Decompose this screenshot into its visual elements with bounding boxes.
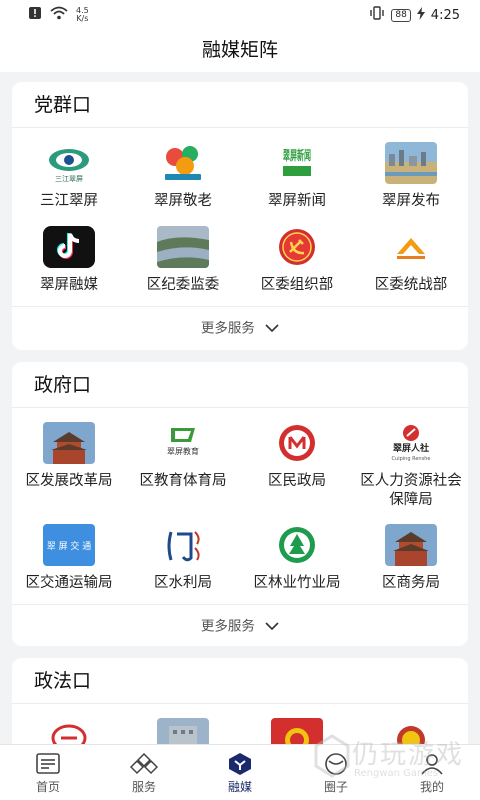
civil-affairs-emblem xyxy=(271,422,323,464)
tower-photo xyxy=(385,524,437,566)
svg-text:Cuiping Renshe: Cuiping Renshe xyxy=(392,456,431,462)
clock: 4:25 xyxy=(430,7,460,23)
section-title: 党群口 xyxy=(12,82,468,128)
section-zhengfu: 政府口 区发展改革局 翠屏教育 区教育体育局 区民政局 翠屏人社 Cuiping … xyxy=(12,362,468,646)
service-cuiping-rongmei[interactable]: 翠屏融媒 xyxy=(12,222,126,306)
service-renli-ziyuan[interactable]: 翠屏人社 Cuiping Renshe 区人力资源社会保障局 xyxy=(354,418,468,520)
svg-text:翠 屏 交 通: 翠 屏 交 通 xyxy=(47,540,92,552)
tab-services[interactable]: 服务 xyxy=(96,745,192,800)
service-cuiping-fabu[interactable]: 翠屏发布 xyxy=(354,138,468,222)
section-title: 政法口 xyxy=(12,658,468,704)
city-photo xyxy=(385,142,437,184)
vibrate-icon xyxy=(369,6,385,24)
svg-text:翠屏人社: 翠屏人社 xyxy=(393,442,429,454)
status-bar: 4.5 K/s 88 4:25 xyxy=(0,0,480,28)
cuiping-news-logo: 翠屏新闻 xyxy=(271,142,323,184)
more-services-button[interactable]: 更多服务 xyxy=(12,306,468,348)
more-services-button[interactable]: 更多服务 xyxy=(12,604,468,646)
charging-icon xyxy=(416,6,425,24)
tab-media[interactable]: 融媒 xyxy=(192,745,288,800)
media-icon xyxy=(229,753,251,775)
service-jiaotong-yunshu[interactable]: 翠 屏 交 通 区交通运输局 xyxy=(12,520,126,604)
party-emblem xyxy=(271,226,323,268)
united-front-logo xyxy=(385,226,437,268)
battery-indicator: 88 xyxy=(391,8,411,22)
tower-photo xyxy=(43,422,95,464)
service-qu-jiwei-jianwei[interactable]: 区纪委监委 xyxy=(126,222,240,306)
river-photo xyxy=(157,226,209,268)
service-quwei-zuzhibu[interactable]: 区委组织部 xyxy=(240,222,354,306)
network-speed: 4.5 K/s xyxy=(76,6,89,23)
service-quwei-tongzhanbu[interactable]: 区委统战部 xyxy=(354,222,468,306)
svg-text:翠屏教育: 翠屏教育 xyxy=(167,446,199,456)
watermark-logo-icon xyxy=(314,734,350,778)
wifi-icon xyxy=(50,6,68,24)
service-cuiping-jinglao[interactable]: 翠屏敬老 xyxy=(126,138,240,222)
transport-logo: 翠 屏 交 通 xyxy=(43,524,95,566)
alert-icon xyxy=(28,6,42,24)
education-logo: 翠屏教育 xyxy=(157,422,209,464)
service-linye-zhuye[interactable]: 区林业竹业局 xyxy=(240,520,354,604)
service-sanjiang-cuiping[interactable]: 三江翠屏 三江翠屏 xyxy=(12,138,126,222)
services-icon xyxy=(130,752,158,775)
water-logo xyxy=(157,524,209,566)
svg-text:翠屏新闻: 翠屏新闻 xyxy=(283,148,311,164)
sanjiang-cuiping-logo: 三江翠屏 xyxy=(43,142,95,184)
chevron-down-icon xyxy=(265,622,279,631)
watermark: 仍玩游戏 Rengwan Games xyxy=(312,732,480,792)
forestry-emblem xyxy=(271,524,323,566)
service-minzheng[interactable]: 区民政局 xyxy=(240,418,354,520)
service-cuiping-news[interactable]: 翠屏新闻 翠屏新闻 xyxy=(240,138,354,222)
service-shuili[interactable]: 区水利局 xyxy=(126,520,240,604)
cuiping-jinglao-logo xyxy=(157,142,209,184)
page-title: 融媒矩阵 xyxy=(0,28,480,72)
hr-logo: 翠屏人社 Cuiping Renshe xyxy=(385,422,437,464)
svg-text:三江翠屏: 三江翠屏 xyxy=(55,175,83,183)
tab-home[interactable]: 首页 xyxy=(0,745,96,800)
service-fazhan-gaige[interactable]: 区发展改革局 xyxy=(12,418,126,520)
service-jiaoyu-tiyu[interactable]: 翠屏教育 区教育体育局 xyxy=(126,418,240,520)
chevron-down-icon xyxy=(265,324,279,333)
section-dangqun: 党群口 三江翠屏 三江翠屏 翠屏敬老 翠屏新闻 翠屏新闻 翠屏发布 xyxy=(12,82,468,350)
service-shangwu[interactable]: 区商务局 xyxy=(354,520,468,604)
tiktok-logo xyxy=(43,226,95,268)
home-icon xyxy=(36,753,60,774)
section-title: 政府口 xyxy=(12,362,468,408)
